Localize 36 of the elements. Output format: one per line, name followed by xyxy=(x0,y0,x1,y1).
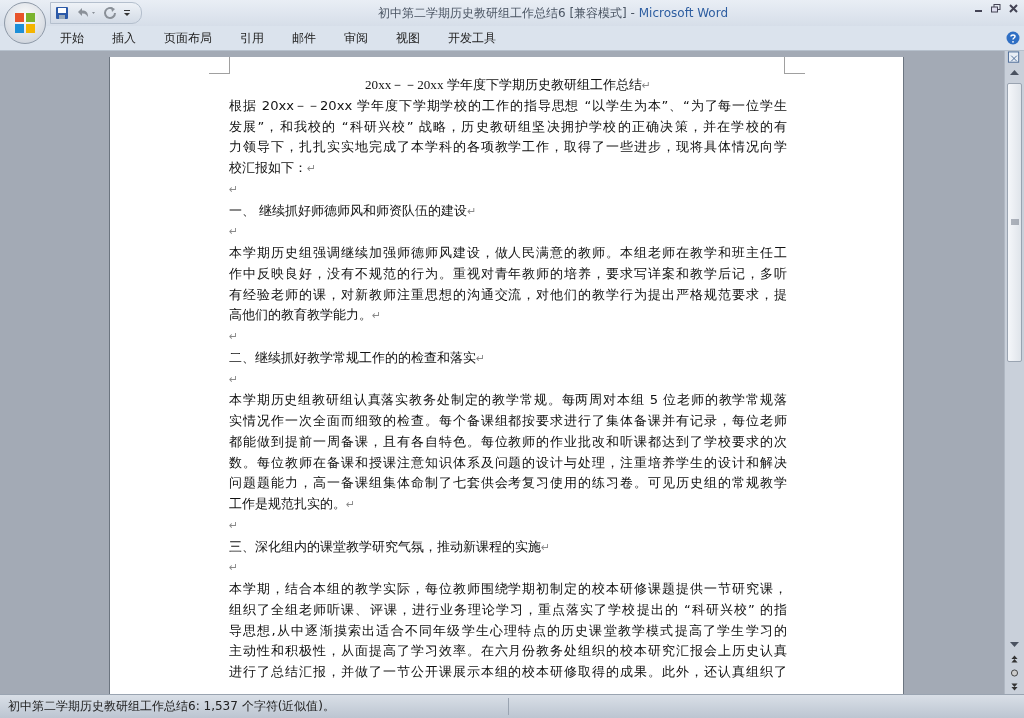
office-button[interactable] xyxy=(4,2,46,44)
body-paragraph: 根据 20xx－－20xx 学年度下学期学校的工作的指导思想 “以学生为本”、“为了每一位学生 发展”，和我校的 “科研兴校” 战略，历史教研组坚决拥护学校的正确决策，并在学校的有 力领导下，扎扎实实地完成了本学科的各项教学工作，取得了一些进步，现将具体情况向学 校汇报如下：↵ xyxy=(229,96,787,177)
paragraph-mark: ↵ xyxy=(229,182,239,196)
section-heading: 一、 继续抓好师德师风和师资队伍的建设↵ xyxy=(229,201,478,220)
paragraph-mark: ↵ xyxy=(229,372,239,386)
redo-icon[interactable] xyxy=(103,6,117,20)
restore-icon[interactable] xyxy=(991,4,1001,13)
ribbon-tab[interactable]: 邮件 xyxy=(292,27,330,49)
crop-mark xyxy=(784,57,805,74)
ribbon-tab[interactable]: 审阅 xyxy=(344,27,382,49)
paragraph-mark: ↵ xyxy=(229,561,239,575)
ribbon-tab[interactable]: 页面布局 xyxy=(164,27,226,49)
body-paragraph: 本学期历史组教研组认真落实教务处制定的教学常规。每两周对本组 5 位老师的教学常规落 实情况作一次全面而细致的检查。每个备课组都按要求进行了集体备课并有记录，每位老师 都能做到提前一周备课，且有各自特色。每位教师的作业批改和听课都达到了学校要求的次 数。每位教师在备课和授课注意知识体系及问题的设计与处理，注重培养学生的设计和解决 问题题能力，高一备课组集体命制了七套供会考复习使用的练习卷。可见历史组的常规教学 工作是规范扎实的。↵ xyxy=(229,391,787,513)
document-title: 20xx－－20xx 学年度下学期历史教研组工作总结↵ xyxy=(364,76,652,94)
section-heading: 二、继续抓好教学常规工作的的检查和落实↵ xyxy=(229,348,487,367)
window-title: 初中第二学期历史教研组工作总结6 [兼容模式] - Microsoft Word xyxy=(376,4,730,22)
save-icon[interactable] xyxy=(55,6,69,20)
ribbon-tab[interactable]: 插入 xyxy=(112,27,150,49)
body-paragraph: 本学期历史组强调继续加强师德师风建设，做人民满意的教师。本组老师在教学和班主任工 作中反映良好，没有不规范的行为。重视对青年教师的培养，要求写详案和教学后记，多听 有经验老师的课，对新教师注重思想的沟通交流，对他们的教学行为提出严格规范要求，提 高他们的教育教学能力。↵ xyxy=(229,244,787,325)
paragraph-mark: ↵ xyxy=(229,518,239,532)
help-icon[interactable] xyxy=(1006,31,1020,45)
crop-mark xyxy=(209,57,230,74)
close-icon[interactable] xyxy=(1009,4,1018,13)
body-paragraph: 本学期，结合本组的教学实际，每位教师围绕学期初制定的校本研修课题提供一节研究课， 组织了全组老师听课、评课，进行业务理论学习，重点落实了学校提出的 “科研兴校” 的指 导思想,从中逐渐摸索出适合不同年级学生心理特点的历史课堂教学模式提高了学生学习的 主动性和积极性，从面提高了学习效率。在六月份教务处组织的校本研究汇报会上历史认真 进行了总结汇报，并做了一节公开课展示本组的校本研修取得的成果。此外，还认真组织了 xyxy=(229,580,787,681)
paragraph-mark: ↵ xyxy=(229,330,239,343)
grip-icon xyxy=(1010,218,1019,226)
ribbon-tab[interactable]: 开发工具 xyxy=(448,27,510,49)
office-logo-icon xyxy=(13,11,37,35)
section-heading: 三、深化组内的课堂教学研究气氛，推动新课程的实施↵ xyxy=(229,537,552,556)
ribbon-tab[interactable]: 引用 xyxy=(240,27,278,49)
paragraph-mark: ↵ xyxy=(229,225,239,239)
ribbon-tab[interactable]: 开始 xyxy=(60,27,98,49)
scrollbar-thumb[interactable] xyxy=(1007,83,1022,362)
customize-icon[interactable] xyxy=(123,8,131,18)
status-text: 初中第二学期历史教研组工作总结6: 1,537 个字符(近似值)。 xyxy=(0,698,509,715)
ribbon-tab[interactable]: 视图 xyxy=(396,27,434,49)
